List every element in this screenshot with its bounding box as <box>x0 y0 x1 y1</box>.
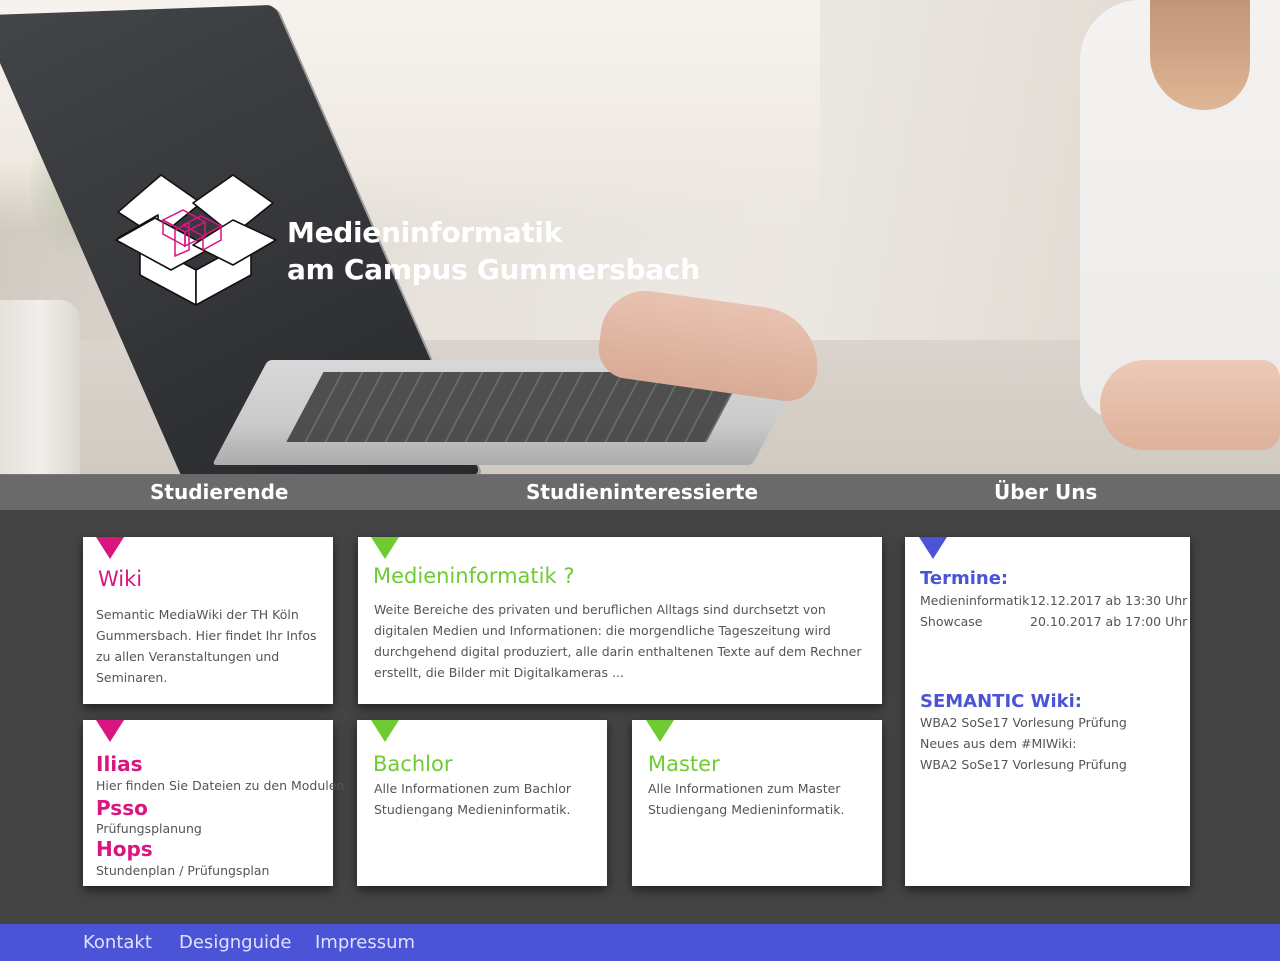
footer: Kontakt Designguide Impressum <box>0 924 1280 961</box>
semantic-wiki-news-label: Neues aus dem #MIWiki: <box>920 736 1077 751</box>
main-nav: Studierende Studieninteressierte Über Un… <box>0 474 1280 510</box>
semantic-wiki-link[interactable]: WBA2 SoSe17 Vorlesung Prüfung <box>920 757 1127 772</box>
site-title-line2: am Campus Gummersbach <box>287 253 700 286</box>
wiki-card[interactable]: Wiki Semantic MediaWiki der TH Köln Gumm… <box>83 537 333 704</box>
ilias-text: Hier finden Sie Dateien zu den Modulen <box>96 778 345 793</box>
pink-triangle-icon <box>96 720 124 742</box>
termine-row-date: 12.12.2017 ab 13:30 Uhr <box>1030 593 1188 608</box>
blue-triangle-icon <box>919 537 947 559</box>
wiki-text: Semantic MediaWiki der TH Köln Gummersba… <box>96 607 317 685</box>
master-title[interactable]: Master <box>648 752 720 776</box>
psso-text: Prüfungsplanung <box>96 821 202 836</box>
footer-impressum-link[interactable]: Impressum <box>315 924 415 961</box>
semantic-wiki-link[interactable]: WBA2 SoSe17 Vorlesung Prüfung <box>920 715 1127 730</box>
site-title-line1: Medieninformatik <box>287 216 563 249</box>
open-box-logo-icon[interactable] <box>113 170 278 310</box>
site-title: Medieninformatik am Campus Gummersbach <box>287 214 700 288</box>
termine-row-name: Showcase <box>920 614 983 629</box>
pink-triangle-icon <box>96 537 124 559</box>
medieninformatik-text: Weite Bereiche des privaten und beruflic… <box>374 602 862 680</box>
green-triangle-icon <box>646 720 674 742</box>
footer-designguide-link[interactable]: Designguide <box>179 924 291 961</box>
medieninformatik-card[interactable]: Medieninformatik ? Weite Bereiche des pr… <box>358 537 882 704</box>
footer-kontakt-link[interactable]: Kontakt <box>83 924 152 961</box>
tools-card: Ilias Hier finden Sie Dateien zu den Mod… <box>83 720 344 886</box>
nav-studieninteressierte[interactable]: Studieninteressierte <box>526 474 758 510</box>
bachlor-card[interactable]: Bachlor Alle Informationen zum Bachlor S… <box>357 720 607 886</box>
psso-link[interactable]: Psso <box>96 796 148 820</box>
termine-row-name: Medieninformatik <box>920 593 1030 608</box>
termine-row-date: 20.10.2017 ab 17:00 Uhr <box>1030 614 1188 629</box>
termine-card: Termine: Medieninformatik 12.12.2017 ab … <box>905 537 1190 886</box>
medieninformatik-title[interactable]: Medieninformatik ? <box>373 564 574 588</box>
hero-banner: Medieninformatik am Campus Gummersbach <box>0 0 1280 475</box>
green-triangle-icon <box>371 537 399 559</box>
master-card[interactable]: Master Alle Informationen zum Master Stu… <box>632 720 882 886</box>
nav-ueber-uns[interactable]: Über Uns <box>994 474 1097 510</box>
nav-studierende[interactable]: Studierende <box>150 474 289 510</box>
hops-text: Stundenplan / Prüfungsplan <box>96 863 270 878</box>
bachlor-title[interactable]: Bachlor <box>373 752 452 776</box>
termine-title: Termine: <box>920 568 1009 589</box>
master-text: Alle Informationen zum Master Studiengan… <box>648 781 845 817</box>
green-triangle-icon <box>371 720 399 742</box>
wiki-title[interactable]: Wiki <box>98 567 142 591</box>
bachlor-text: Alle Informationen zum Bachlor Studienga… <box>374 781 572 817</box>
semantic-wiki-title[interactable]: SEMANTIC Wiki: <box>920 691 1082 712</box>
hops-link[interactable]: Hops <box>96 837 153 861</box>
ilias-link[interactable]: Ilias <box>96 752 143 776</box>
